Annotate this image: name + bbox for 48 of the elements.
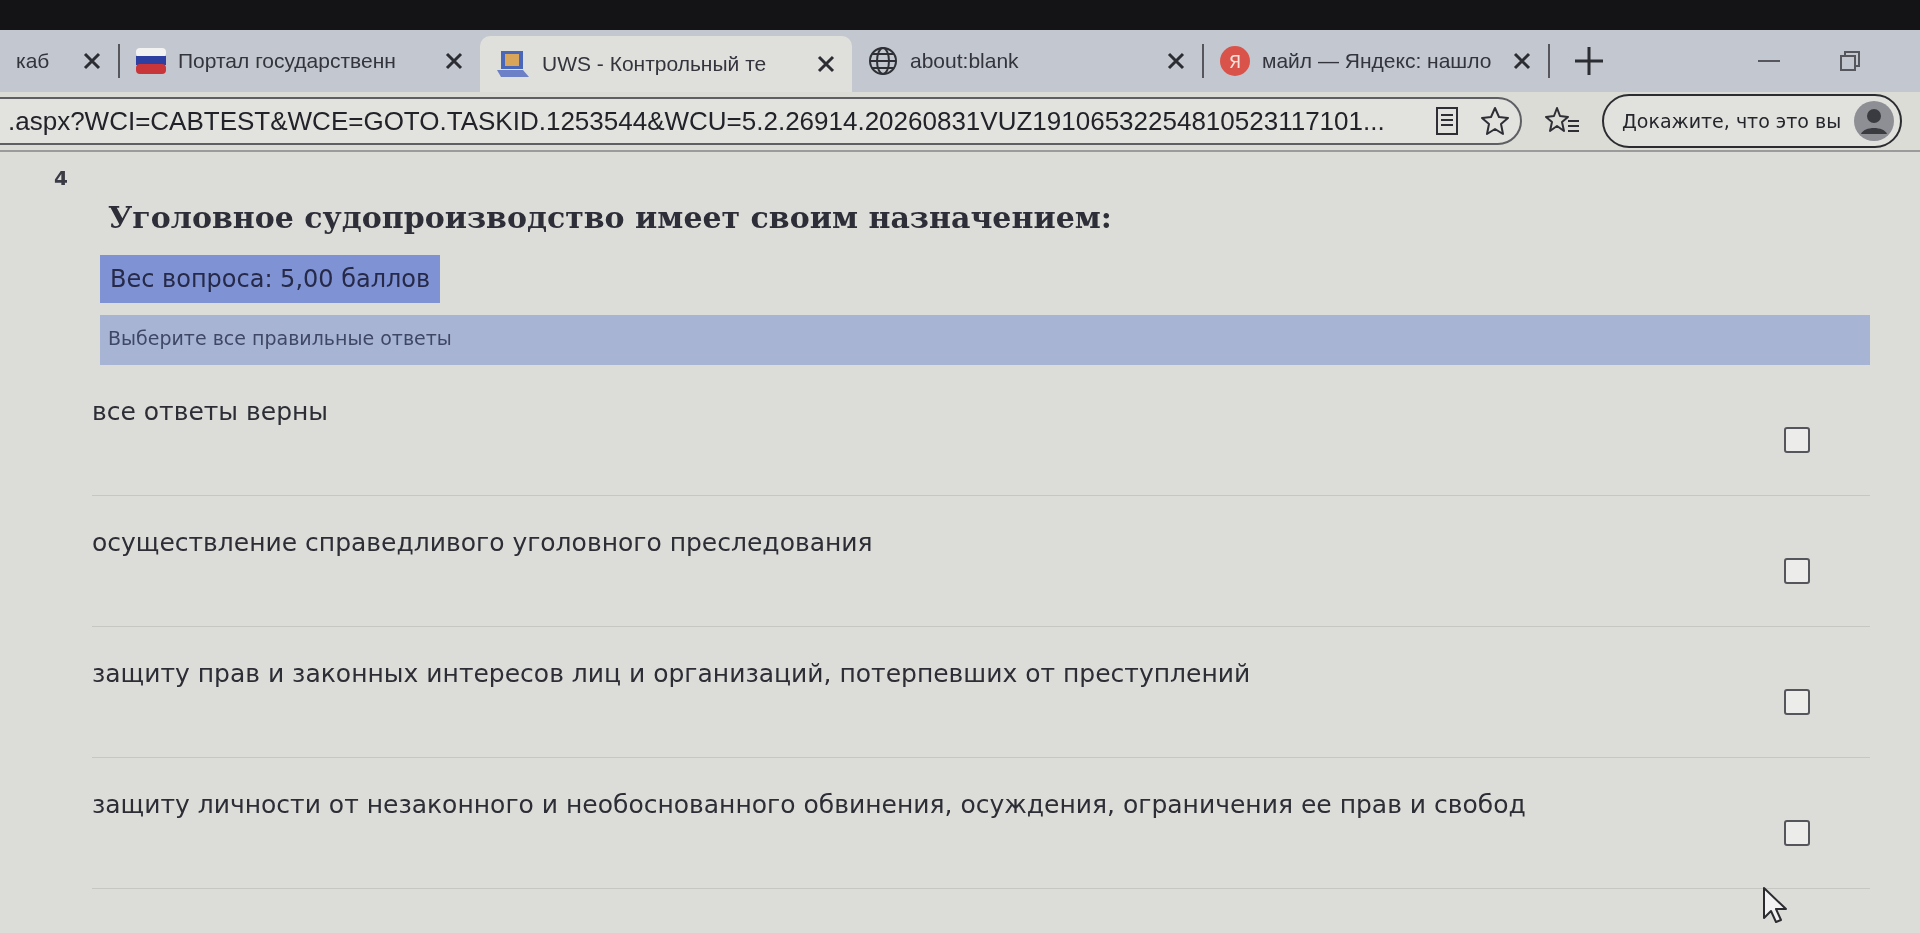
question-number: 4 (54, 166, 68, 190)
answer-text: все ответы верны (92, 396, 330, 426)
answer-text: защиту прав и законных интересов лиц и организаций, потерпевших от преступлений (92, 658, 1252, 688)
close-tab-button[interactable] (82, 51, 102, 71)
minimize-icon (1758, 59, 1780, 63)
star-icon (1480, 106, 1510, 136)
answer-instruction: Выберите все правильные ответы (100, 315, 1870, 365)
answer-checkbox[interactable] (1784, 427, 1810, 453)
flag-icon (136, 48, 166, 74)
browser-tab[interactable]: about:blank (852, 30, 1202, 92)
browser-tab[interactable]: Я майл — Яндекс: нашло (1204, 30, 1548, 92)
browser-tab[interactable]: Портал государственн (120, 30, 480, 92)
url-text: .aspx?WCI=CABTEST&WCE=GOTO.TASKID.1253544&WCU=5.2.26914.20260831VUZ19106532254810523117101... (8, 105, 1386, 137)
mouse-pointer-icon (1762, 886, 1788, 924)
browser-tab[interactable]: UWS - Контрольный те (480, 36, 852, 92)
laptop-icon (496, 50, 530, 78)
tab-title: about:blank (910, 49, 1020, 73)
reader-mode-button[interactable] (1436, 107, 1458, 135)
close-tab-button[interactable] (816, 54, 836, 74)
tab-title: Портал государственн (178, 49, 397, 73)
question-title: Уголовное судопроизводство имеет своим назначением: (108, 200, 1112, 235)
close-icon (816, 54, 836, 74)
close-tab-button[interactable] (1512, 51, 1532, 71)
close-icon (82, 51, 102, 71)
close-tab-button[interactable] (444, 51, 464, 71)
answer-checkbox[interactable] (1784, 558, 1810, 584)
answer-checkbox[interactable] (1784, 689, 1810, 715)
restore-icon (1840, 51, 1860, 71)
globe-icon (868, 46, 898, 76)
question-weight: Вес вопроса: 5,00 баллов (100, 255, 441, 303)
browser-tab[interactable]: каб (0, 30, 118, 92)
avatar-icon (1854, 101, 1894, 141)
plus-icon (1574, 46, 1604, 76)
answer-text: осуществление справедливого уголовного преследования (92, 527, 874, 557)
close-icon (1166, 51, 1186, 71)
profile-button[interactable]: Докажите, что это вы (1602, 94, 1902, 148)
answer-checkbox[interactable] (1784, 820, 1810, 846)
tab-title: каб (16, 49, 51, 73)
close-icon (1512, 51, 1532, 71)
close-tab-button[interactable] (1166, 51, 1186, 71)
tab-title: UWS - Контрольный те (542, 52, 768, 76)
document-icon (1436, 107, 1458, 135)
answer-text: защиту личности от незаконного и необоснованного обвинения, осуждения, ограничения ее прав и свобод (92, 789, 1527, 819)
address-bar[interactable]: .aspx?WCI=CABTEST&WCE=GOTO.TASKID.1253544&WCU=5.2.26914.20260831VUZ19106532254810523117101... (0, 97, 1522, 145)
logo-icon: Я (1220, 46, 1250, 76)
close-icon (444, 51, 464, 71)
tab-title: майл — Яндекс: нашло (1262, 49, 1493, 73)
favorite-star-button[interactable] (1480, 106, 1510, 136)
